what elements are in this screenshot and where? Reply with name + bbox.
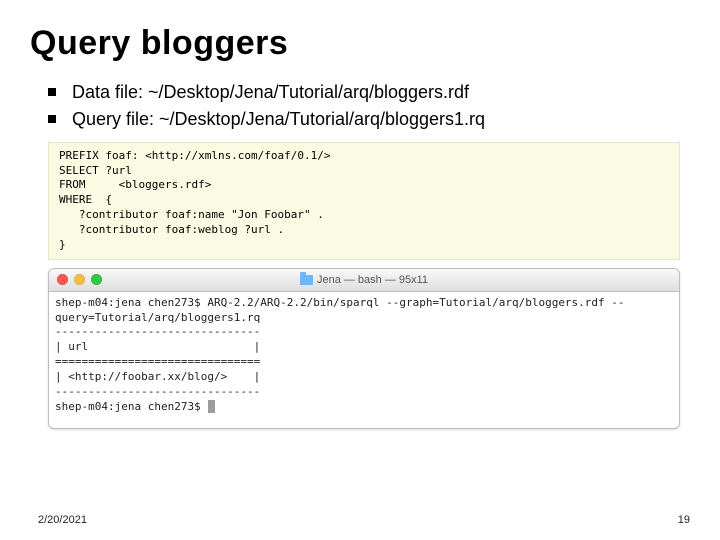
footer: 2/20/2021 19 [38, 514, 690, 526]
terminal-window: Jena — bash — 95x11 shep-m04:jena chen27… [48, 268, 680, 429]
close-icon[interactable] [57, 274, 68, 285]
bullet-text: Query file: ~/Desktop/Jena/Tutorial/arq/… [72, 108, 485, 131]
footer-date: 2/20/2021 [38, 514, 87, 526]
maximize-icon[interactable] [91, 274, 102, 285]
sparql-code-block: PREFIX foaf: <http://xmlns.com/foaf/0.1/… [48, 142, 680, 260]
slide: Query bloggers Data file: ~/Desktop/Jena… [0, 0, 720, 540]
footer-page-number: 19 [678, 514, 690, 526]
bullet-text: Data file: ~/Desktop/Jena/Tutorial/arq/b… [72, 81, 469, 104]
folder-icon [300, 275, 313, 285]
terminal-prompt: shep-m04:jena chen273$ [55, 400, 207, 413]
terminal-title-text: Jena — bash — 95x11 [317, 274, 428, 286]
minimize-icon[interactable] [74, 274, 85, 285]
bullet-item: Query file: ~/Desktop/Jena/Tutorial/arq/… [48, 108, 690, 131]
cursor-icon [208, 400, 215, 413]
bullet-icon [48, 88, 56, 96]
terminal-output: shep-m04:jena chen273$ ARQ-2.2/ARQ-2.2/b… [55, 296, 625, 398]
bullet-list: Data file: ~/Desktop/Jena/Tutorial/arq/b… [48, 81, 690, 132]
terminal-body: shep-m04:jena chen273$ ARQ-2.2/ARQ-2.2/b… [49, 292, 679, 428]
terminal-title: Jena — bash — 95x11 [49, 274, 679, 286]
slide-title: Query bloggers [30, 24, 690, 63]
bullet-icon [48, 115, 56, 123]
bullet-item: Data file: ~/Desktop/Jena/Tutorial/arq/b… [48, 81, 690, 104]
terminal-titlebar: Jena — bash — 95x11 [49, 269, 679, 292]
